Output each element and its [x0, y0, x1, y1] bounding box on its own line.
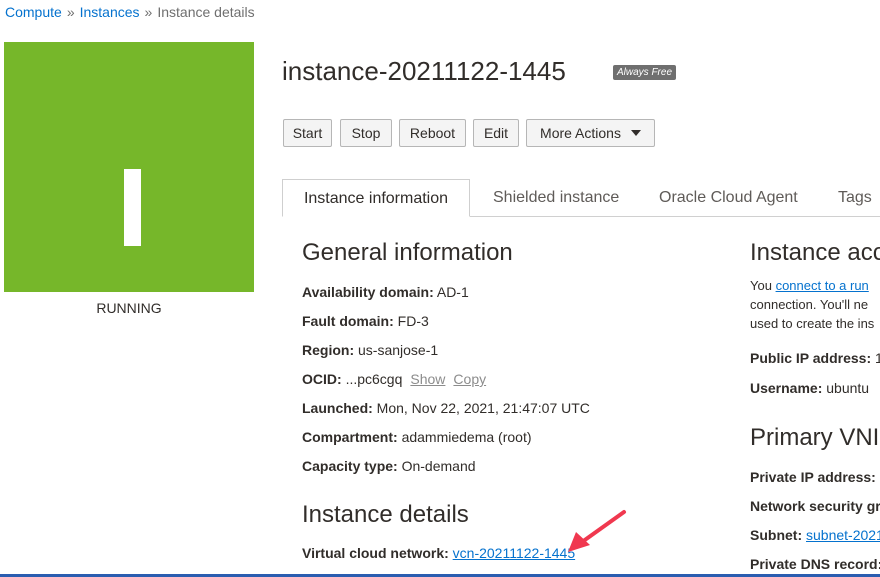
breadcrumb-separator: »	[144, 4, 153, 20]
connect-running-instance-link[interactable]: connect to a run	[776, 278, 869, 293]
field-value: adammiedema (root)	[401, 429, 532, 445]
network-security-groups-row: Network security gr	[750, 498, 880, 514]
capacity-type-row: Capacity type: On-demand	[302, 458, 476, 474]
breadcrumb-instances-link[interactable]: Instances	[80, 4, 140, 20]
tab-shielded-instance[interactable]: Shielded instance	[493, 179, 619, 217]
field-label: Username:	[750, 380, 823, 396]
description-line: used to create the ins	[750, 316, 875, 331]
field-label: Capacity type:	[302, 458, 398, 474]
instance-status-tile: I	[4, 42, 254, 292]
field-value: us-sanjose-1	[358, 342, 439, 358]
subnet-link[interactable]: subnet-2021	[806, 527, 880, 543]
field-value: On-demand	[401, 458, 476, 474]
more-actions-button[interactable]: More Actions	[526, 119, 655, 147]
description-prefix: You	[750, 278, 776, 293]
annotation-arrow-icon	[568, 510, 626, 552]
tile-letter-glyph	[124, 169, 141, 246]
more-actions-label: More Actions	[540, 125, 621, 141]
field-label: Availability domain:	[302, 284, 434, 300]
private-ip-row: Private IP address:	[750, 469, 880, 485]
breadcrumb-compute-link[interactable]: Compute	[5, 4, 62, 20]
field-label: Subnet:	[750, 527, 803, 543]
field-label: Region:	[302, 342, 355, 358]
field-value: ...pc6cgq	[345, 371, 403, 387]
primary-vnic-heading: Primary VNIC	[750, 424, 880, 451]
field-label: Compartment:	[302, 429, 398, 445]
instance-status-label: RUNNING	[96, 300, 162, 316]
tab-instance-information[interactable]: Instance information	[282, 179, 470, 217]
vcn-row: Virtual cloud network: vcn-20211122-1445	[302, 545, 575, 561]
private-dns-row: Private DNS record:	[750, 556, 880, 572]
region-row: Region: us-sanjose-1	[302, 342, 438, 358]
field-value: ubuntu	[826, 380, 870, 396]
caret-down-icon	[630, 130, 641, 137]
reboot-button[interactable]: Reboot	[399, 119, 466, 147]
field-value: Mon, Nov 22, 2021, 21:47:07 UTC	[376, 400, 590, 416]
compartment-row: Compartment: adammiedema (root)	[302, 429, 532, 445]
field-label: Virtual cloud network:	[302, 545, 449, 561]
start-button[interactable]: Start	[283, 119, 332, 147]
launched-row: Launched: Mon, Nov 22, 2021, 21:47:07 UT…	[302, 400, 590, 416]
field-value: AD-1	[436, 284, 469, 300]
field-value: FD-3	[397, 313, 429, 329]
vcn-link[interactable]: vcn-20211122-1445	[453, 545, 575, 561]
field-label: Launched:	[302, 400, 373, 416]
general-information-heading: General information	[302, 239, 513, 266]
fault-domain-row: Fault domain: FD-3	[302, 313, 429, 329]
tab-oracle-cloud-agent[interactable]: Oracle Cloud Agent	[659, 179, 798, 217]
tile-letter: I	[4, 42, 5, 43]
subnet-row: Subnet: subnet-2021	[750, 527, 880, 543]
edit-button[interactable]: Edit	[473, 119, 519, 147]
breadcrumb-current: Instance details	[157, 4, 255, 20]
availability-domain-row: Availability domain: AD-1	[302, 284, 469, 300]
public-ip-row: Public IP address: 1	[750, 350, 880, 366]
username-row: Username: ubuntu	[750, 380, 880, 396]
always-free-badge: Always Free	[613, 65, 677, 80]
tab-tags[interactable]: Tags	[838, 179, 872, 217]
instance-access-description: You connect to a run connection. You'll …	[750, 276, 880, 333]
field-label: Network security gr	[750, 498, 880, 514]
breadcrumb-separator: »	[66, 4, 75, 20]
field-label: Private DNS record:	[750, 556, 880, 572]
instance-details-heading: Instance details	[302, 501, 469, 528]
field-label: Fault domain:	[302, 313, 394, 329]
ocid-copy-link[interactable]: Copy	[453, 371, 486, 387]
stop-button[interactable]: Stop	[340, 119, 392, 147]
ocid-row: OCID: ...pc6cgq Show Copy	[302, 371, 486, 387]
description-line: You connect to a run	[750, 276, 880, 295]
instance-access-heading: Instance acc	[750, 239, 880, 266]
field-value: 1	[875, 350, 880, 366]
field-label: OCID:	[302, 371, 342, 387]
field-label: Public IP address:	[750, 350, 872, 366]
breadcrumb: Compute» Instances» Instance details	[5, 4, 255, 20]
ocid-show-link[interactable]: Show	[410, 371, 445, 387]
field-label: Private IP address:	[750, 469, 876, 485]
page-title: instance-20211122-1445	[282, 56, 566, 86]
description-line: connection. You'll ne	[750, 297, 869, 312]
